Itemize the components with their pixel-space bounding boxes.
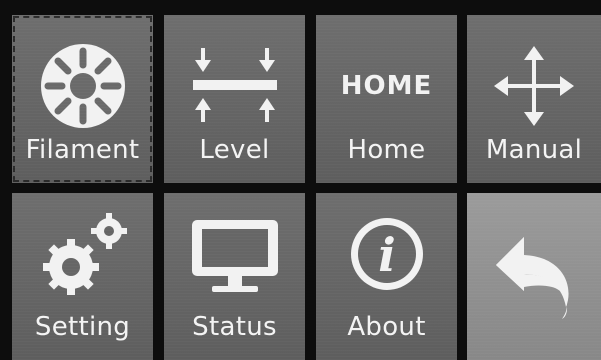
back-arrow-icon (467, 231, 601, 321)
setting-button[interactable]: Setting (12, 193, 153, 360)
level-label: Level (199, 135, 270, 165)
back-button[interactable] (467, 193, 601, 360)
settings-gears-icon (12, 209, 153, 299)
home-text-icon: HOME (316, 41, 457, 131)
monitor-icon (164, 211, 305, 301)
filament-gear-icon (12, 41, 153, 131)
status-label: Status (192, 312, 277, 342)
setting-label: Setting (34, 312, 131, 342)
filament-button[interactable]: Filament (12, 15, 153, 183)
about-label: About (347, 312, 426, 342)
info-icon-letter: i (378, 228, 395, 282)
level-button[interactable]: Level (164, 15, 305, 183)
status-button[interactable]: Status (164, 193, 305, 360)
filament-label: Filament (25, 135, 140, 165)
home-icon-text: HOME (340, 71, 433, 101)
touchscreen-menu: Filament Level HOME Home Manual Setting … (0, 0, 601, 360)
manual-label: Manual (485, 135, 583, 165)
level-arrows-icon (164, 41, 305, 131)
home-button[interactable]: HOME Home (316, 15, 457, 183)
home-label: Home (347, 135, 426, 165)
info-icon: i (316, 209, 457, 299)
move-arrows-icon (467, 41, 601, 131)
manual-button[interactable]: Manual (467, 15, 601, 183)
about-button[interactable]: i About (316, 193, 457, 360)
